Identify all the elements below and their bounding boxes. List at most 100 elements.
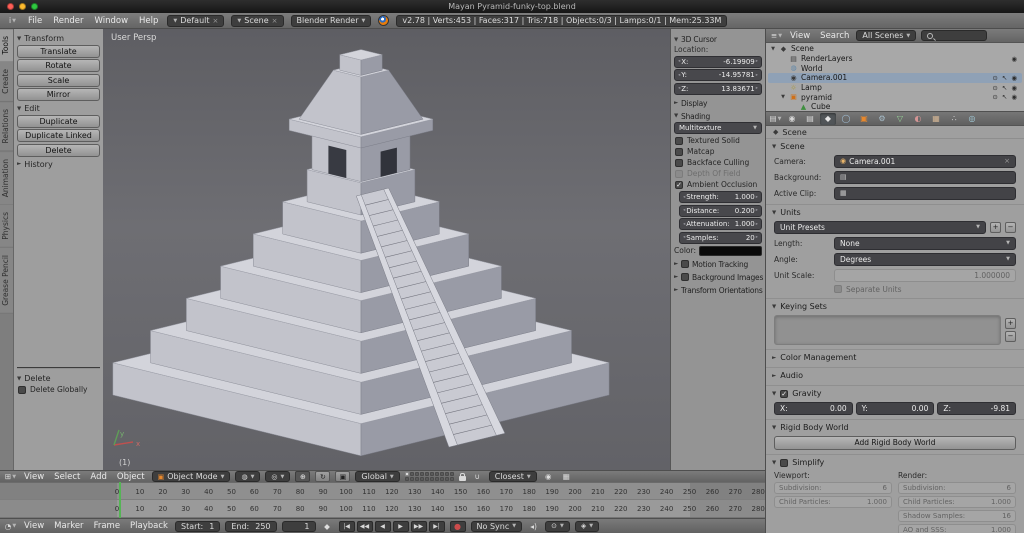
outliner-scope-dropdown[interactable]: All Scenes ▼ [856,30,917,41]
simplify-viewport-child-particles-field[interactable]: Child Particles: 1.000 [774,496,892,508]
panel-header-transform[interactable]: ▼ Transform [17,34,100,43]
outliner-row-world[interactable]: ◍ World [768,63,1022,73]
rotate-button[interactable]: Rotate [17,59,100,72]
editor-type-info-icon[interactable]: i ▼ [6,15,19,26]
color-management-panel-header[interactable]: ► Color Management [766,351,1024,364]
renderable-toggle-icon[interactable]: ◉ [1011,93,1017,101]
simplify-render-ao-and-sss-field[interactable]: AO and SSS: 1.000 [898,524,1016,533]
layer-dot[interactable] [434,472,439,476]
visible-toggle-icon[interactable]: ⊙ [992,74,997,82]
tool-shelf-tab-animation[interactable]: Animation [0,151,13,206]
help-menu[interactable]: Help [137,16,160,26]
layer-dot[interactable] [409,477,414,481]
matcap-checkbox[interactable] [675,147,683,156]
renderable-toggle-icon[interactable]: ◉ [1011,84,1017,92]
matcap-option[interactable]: Matcap [675,147,761,156]
duplicate-linked-button[interactable]: Duplicate Linked [17,129,100,142]
properties-tab-object[interactable]: ▣ [856,113,872,125]
pivot-point-dropdown[interactable]: ◎ ▼ [265,471,291,482]
viewport-view-menu[interactable]: View [22,472,46,482]
layer-dot[interactable] [424,472,429,476]
active-clip-field[interactable]: ▦ [834,186,1016,200]
close-window-icon[interactable] [7,3,14,10]
backface-culling-option[interactable]: Backface Culling [675,158,761,167]
snap-magnet-icon[interactable]: ∪ [471,471,484,482]
motion-tracking-checkbox[interactable] [681,260,690,268]
unit-scale-field[interactable]: 1.000000 [834,268,1016,282]
layer-dot[interactable] [414,472,419,476]
ao-color-swatch[interactable] [698,245,762,256]
timeline-playback-menu[interactable]: Playback [128,521,170,531]
panel-header-background-images[interactable]: ► Background Images [674,273,763,282]
properties-tab-material[interactable]: ◐ [910,113,926,125]
layer-dot[interactable] [409,472,414,476]
cursor-z-field[interactable]: ◂ Z: 13.83671 ▸ [674,82,762,95]
properties-tab-render-layers[interactable]: ▤ [802,113,818,125]
separate-units-checkbox[interactable] [834,285,842,293]
opengl-render-animation-icon[interactable]: ▦ [560,471,573,482]
render-menu[interactable]: Render [51,16,85,26]
frame-end-field[interactable]: End: 250 [225,520,277,532]
properties-tab-render[interactable]: ◉ [784,113,800,125]
textured-solid-checkbox[interactable] [675,136,683,145]
keying-sets-panel-header[interactable]: ▼ Keying Sets [766,300,1024,313]
timeline-scrub-area[interactable]: 0 10 20 30 40 50 60 70 80 90 100 110 120 130 140 150 160… [0,482,765,500]
audio-mute-icon[interactable]: ◂) [527,521,540,532]
viewport-add-menu[interactable]: Add [88,472,108,482]
outliner-row-cube[interactable]: ▲ Cube [768,102,1022,111]
editor-type-3dview-icon[interactable]: ⊞ ▼ [4,471,17,482]
timeline-view-menu[interactable]: View [22,521,46,531]
angle-unit-dropdown[interactable]: Degrees ▼ [834,252,1016,266]
scene-background-field[interactable]: ▤ [834,170,1016,184]
shading-mode-dropdown[interactable]: Multitexture ▼ [674,122,762,134]
zoom-window-icon[interactable] [31,3,38,10]
properties-tab-object-data[interactable]: ▽ [892,113,908,125]
renderable-toggle-icon[interactable]: ◉ [1011,74,1017,82]
close-icon[interactable]: × [272,17,278,25]
timeline-ruler[interactable]: 0 10 20 30 40 50 60 70 80 90 100 110 120 130 140 150 160… [0,500,765,518]
layer-dot[interactable] [419,477,424,481]
outliner-row-camera-001[interactable]: ◉ Camera.001 ⊙ ↖ ◉ [768,73,1022,83]
step-right-icon[interactable]: ▸ [755,235,759,240]
ao-strength-field[interactable]: ◂ Strength: 1.000 ▸ [679,191,762,203]
add-preset-button[interactable]: + [990,221,1001,233]
properties-tab-scene[interactable]: ◆ [820,112,836,125]
layer-dot[interactable] [449,477,454,481]
delete-button[interactable]: Delete [17,143,100,157]
ambient-occlusion-option[interactable]: ✓ Ambient Occlusion [675,180,761,189]
editor-type-timeline-icon[interactable]: ◔ ▼ [4,521,17,532]
step-right-icon[interactable]: ▸ [755,86,759,91]
skip-forward-button[interactable]: ▶▶ [410,520,427,532]
outliner-search-menu[interactable]: Search [818,31,851,41]
lock-icon[interactable] [458,472,466,481]
panel-header-3d-cursor[interactable]: ▼ 3D Cursor [674,35,762,44]
layer-dot[interactable] [439,477,444,481]
translate-manipulator-button[interactable]: ⊕ [295,471,311,482]
properties-tab-particles[interactable]: ∴ [946,113,962,125]
remove-preset-button[interactable]: − [1005,221,1016,233]
step-right-icon[interactable]: ▸ [755,59,759,64]
simplify-render-subdivision-field[interactable]: Subdivision: 6 [898,482,1016,494]
expand-icon[interactable]: ▼ [780,94,786,100]
depth-of-field-option[interactable]: Depth Of Field [675,169,761,178]
scene-panel-header[interactable]: ▼ Scene [766,140,1024,153]
layer-dot[interactable] [429,477,434,481]
background-images-checkbox[interactable] [681,273,690,281]
jump-to-start-button[interactable]: |◀ [338,520,355,532]
length-unit-dropdown[interactable]: None ▼ [834,236,1016,250]
depth-of-field-checkbox[interactable] [675,169,683,178]
unit-presets-dropdown[interactable]: Unit Presets ▼ [774,220,986,234]
delete-globally-option[interactable]: Delete Globally [18,385,99,394]
gravity-y-field[interactable]: Y: 0.00 [855,401,935,415]
keyframe-type-dropdown[interactable]: ◈ ▼ [574,520,600,532]
panel-header-edit[interactable]: ▼ Edit [17,104,100,113]
outliner-view-menu[interactable]: View [788,31,812,41]
textured-solid-option[interactable]: Textured Solid [675,136,761,145]
add-keying-set-button[interactable]: + [1005,317,1016,329]
opengl-render-icon[interactable]: ◉ [542,471,555,482]
ao-attenuation-field[interactable]: ◂ Attenuation: 1.000 ▸ [679,218,762,230]
panel-header-display[interactable]: ► Display [674,99,762,108]
visible-toggle-icon[interactable]: ⊙ [992,93,997,101]
tool-shelf-tab-physics[interactable]: Physics [0,205,13,248]
layer-dot[interactable] [429,472,434,476]
